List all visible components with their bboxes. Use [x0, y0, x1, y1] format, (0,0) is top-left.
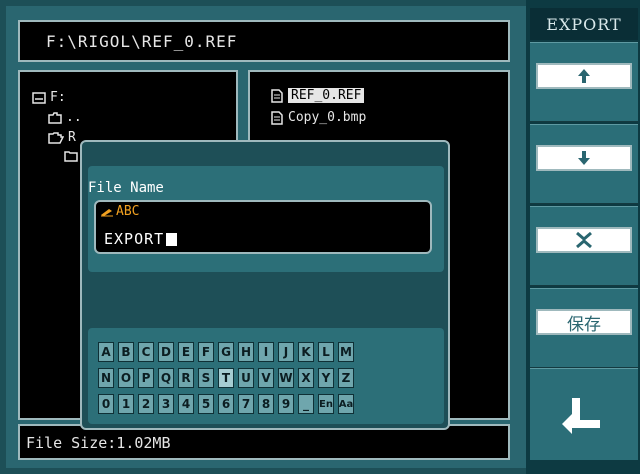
key[interactable]: B: [118, 342, 134, 362]
file-name-input[interactable]: ABC EXPORT: [94, 200, 432, 254]
key[interactable]: M: [338, 342, 354, 362]
file-item[interactable]: REF_0.REF: [270, 88, 365, 103]
menu-title: EXPORT: [530, 8, 638, 40]
key[interactable]: V: [258, 368, 274, 388]
input-text: EXPORT: [104, 230, 165, 248]
document-icon: [271, 110, 283, 125]
key[interactable]: U: [238, 368, 254, 388]
file-name: Copy_0.bmp: [288, 110, 367, 125]
file-name-label: File Name: [88, 180, 164, 196]
key[interactable]: J: [278, 342, 294, 362]
text-cursor: [166, 232, 178, 246]
key[interactable]: 1: [118, 394, 134, 414]
parent-folder-icon: [48, 111, 62, 124]
drive-icon: [32, 91, 46, 104]
key[interactable]: K: [298, 342, 314, 362]
key[interactable]: C: [138, 342, 154, 362]
key[interactable]: 0: [98, 394, 114, 414]
key[interactable]: 7: [238, 394, 254, 414]
key[interactable]: D: [158, 342, 174, 362]
key[interactable]: R: [178, 368, 194, 388]
key[interactable]: S: [198, 368, 214, 388]
key-case-toggle[interactable]: Aa: [338, 394, 354, 414]
return-arrow-icon: [562, 397, 600, 434]
key[interactable]: 5: [198, 394, 214, 414]
file-name: REF_0.REF: [288, 88, 365, 103]
key[interactable]: 4: [178, 394, 194, 414]
key[interactable]: E: [178, 342, 194, 362]
key[interactable]: Z: [338, 368, 354, 388]
key[interactable]: F: [198, 342, 214, 362]
tree-item-folder-rigol[interactable]: R: [48, 130, 76, 145]
menu-item-up[interactable]: [530, 42, 638, 122]
tree-item-label: F:: [50, 90, 66, 105]
key[interactable]: A: [98, 342, 114, 362]
key[interactable]: W: [278, 368, 294, 388]
file-item[interactable]: Copy_0.bmp: [270, 110, 366, 125]
key-english[interactable]: En: [318, 394, 334, 414]
menu-item-delete[interactable]: [530, 206, 638, 286]
menu-item-down[interactable]: [530, 124, 638, 204]
tree-item-drive[interactable]: F:: [32, 90, 66, 105]
tree-item-parent[interactable]: ..: [48, 110, 82, 125]
key-highlighted[interactable]: T: [218, 368, 234, 388]
key[interactable]: P: [138, 368, 154, 388]
key[interactable]: 2: [138, 394, 154, 414]
key[interactable]: 3: [158, 394, 174, 414]
save-button[interactable]: 保存: [536, 309, 632, 335]
key[interactable]: G: [218, 342, 234, 362]
path-bar: F:\RIGOL\REF_0.REF: [18, 20, 510, 62]
key[interactable]: X: [298, 368, 314, 388]
file-size-text: File Size:1.02MB: [26, 434, 171, 452]
key[interactable]: O: [118, 368, 134, 388]
key[interactable]: 9: [278, 394, 294, 414]
scope-screen: F:\RIGOL\REF_0.REF F: .. R REF_0.REF Cop…: [0, 0, 640, 474]
key[interactable]: 8: [258, 394, 274, 414]
key[interactable]: H: [238, 342, 254, 362]
pen-icon: [101, 208, 113, 216]
input-mode-indicator: ABC: [100, 204, 139, 219]
current-path: F:\RIGOL\REF_0.REF: [46, 32, 238, 51]
input-value: EXPORT: [104, 230, 178, 248]
up-button[interactable]: [536, 63, 632, 89]
tree-item-label: ..: [66, 110, 82, 125]
file-name-dialog: File Name ABC EXPORT A B C D E F G H I J: [80, 140, 450, 430]
key[interactable]: 6: [218, 394, 234, 414]
document-icon: [271, 88, 283, 103]
input-mode-label: ABC: [116, 204, 140, 219]
key[interactable]: L: [318, 342, 334, 362]
key[interactable]: I: [258, 342, 274, 362]
up-arrow-icon: [578, 69, 590, 83]
menu-item-save[interactable]: 保存: [530, 288, 638, 368]
key[interactable]: N: [98, 368, 114, 388]
delete-button[interactable]: [536, 227, 632, 253]
folder-icon: [64, 151, 78, 162]
key[interactable]: Q: [158, 368, 174, 388]
tree-item-label: R: [68, 130, 76, 145]
save-label: 保存: [567, 314, 601, 335]
key[interactable]: Y: [318, 368, 334, 388]
key-underscore[interactable]: _: [298, 394, 314, 414]
down-arrow-icon: [578, 151, 590, 165]
delete-x-icon: [576, 231, 592, 249]
open-folder-icon: [48, 131, 64, 144]
down-button[interactable]: [536, 145, 632, 171]
return-button[interactable]: [530, 368, 638, 460]
